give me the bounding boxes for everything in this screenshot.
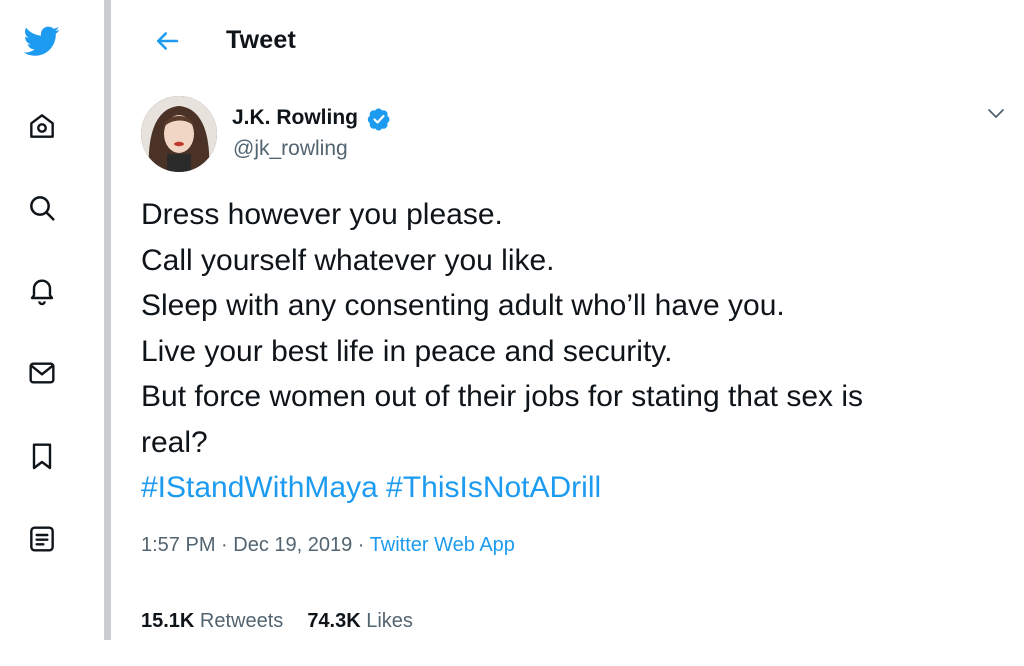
tweet-line: But force women out of their jobs for st…: [141, 380, 864, 413]
author-handle[interactable]: @jk_rowling: [233, 137, 348, 161]
explore-search-icon[interactable]: [25, 191, 59, 225]
hashtag-link[interactable]: #IStandWithMaya: [141, 471, 378, 504]
author-display-name[interactable]: J.K. Rowling: [232, 106, 358, 130]
likes-label: Likes: [360, 610, 413, 632]
hashtag-line: #IStandWithMaya #ThisIsNotADrill: [141, 465, 1011, 511]
page-title: Tweet: [226, 26, 296, 54]
more-options-chevron-down-icon[interactable]: [985, 106, 1007, 122]
retweets-count: 15.1K: [141, 610, 195, 632]
twitter-logo-icon[interactable]: [22, 22, 62, 60]
retweets-label: Retweets: [194, 610, 284, 632]
tweet-line: Sleep with any consenting adult who’ll h…: [141, 289, 785, 322]
messages-envelope-icon[interactable]: [25, 356, 59, 390]
retweets-stat[interactable]: 15.1K Retweets: [141, 610, 283, 632]
tweet-stats: 15.1K Retweets 74.3K Likes: [141, 610, 437, 633]
likes-stat[interactable]: 74.3K Likes: [307, 610, 413, 632]
tweet-line: Call yourself whatever you like.: [141, 243, 555, 277]
likes-count: 74.3K: [307, 610, 361, 632]
back-arrow-icon[interactable]: [150, 24, 184, 58]
sidebar-divider: [104, 0, 111, 640]
tweet-line: real?: [141, 425, 208, 459]
tweet-time[interactable]: 1:57 PM: [141, 534, 215, 556]
tweet-text: Dress however you please. Call yourself …: [141, 192, 1011, 511]
meta-separator: ·: [352, 534, 370, 556]
tweet-line: Dress however you please.: [141, 198, 503, 231]
tweet-source-link[interactable]: Twitter Web App: [370, 534, 515, 556]
verified-badge-icon: [367, 107, 391, 131]
hashtag-link[interactable]: #ThisIsNotADrill: [386, 471, 601, 504]
notifications-bell-icon[interactable]: [25, 273, 59, 307]
tweet-metadata: 1:57 PM · Dec 19, 2019 · Twitter Web App: [141, 534, 515, 557]
tweet-line: Live your best life in peace and securit…: [141, 334, 673, 368]
sidebar-nav: [0, 0, 104, 666]
home-icon[interactable]: [25, 109, 59, 143]
bookmarks-icon[interactable]: [25, 439, 59, 473]
lists-icon[interactable]: [25, 522, 59, 556]
tweet-date[interactable]: Dec 19, 2019: [233, 534, 352, 556]
avatar[interactable]: [141, 96, 217, 172]
meta-separator: ·: [215, 534, 234, 556]
